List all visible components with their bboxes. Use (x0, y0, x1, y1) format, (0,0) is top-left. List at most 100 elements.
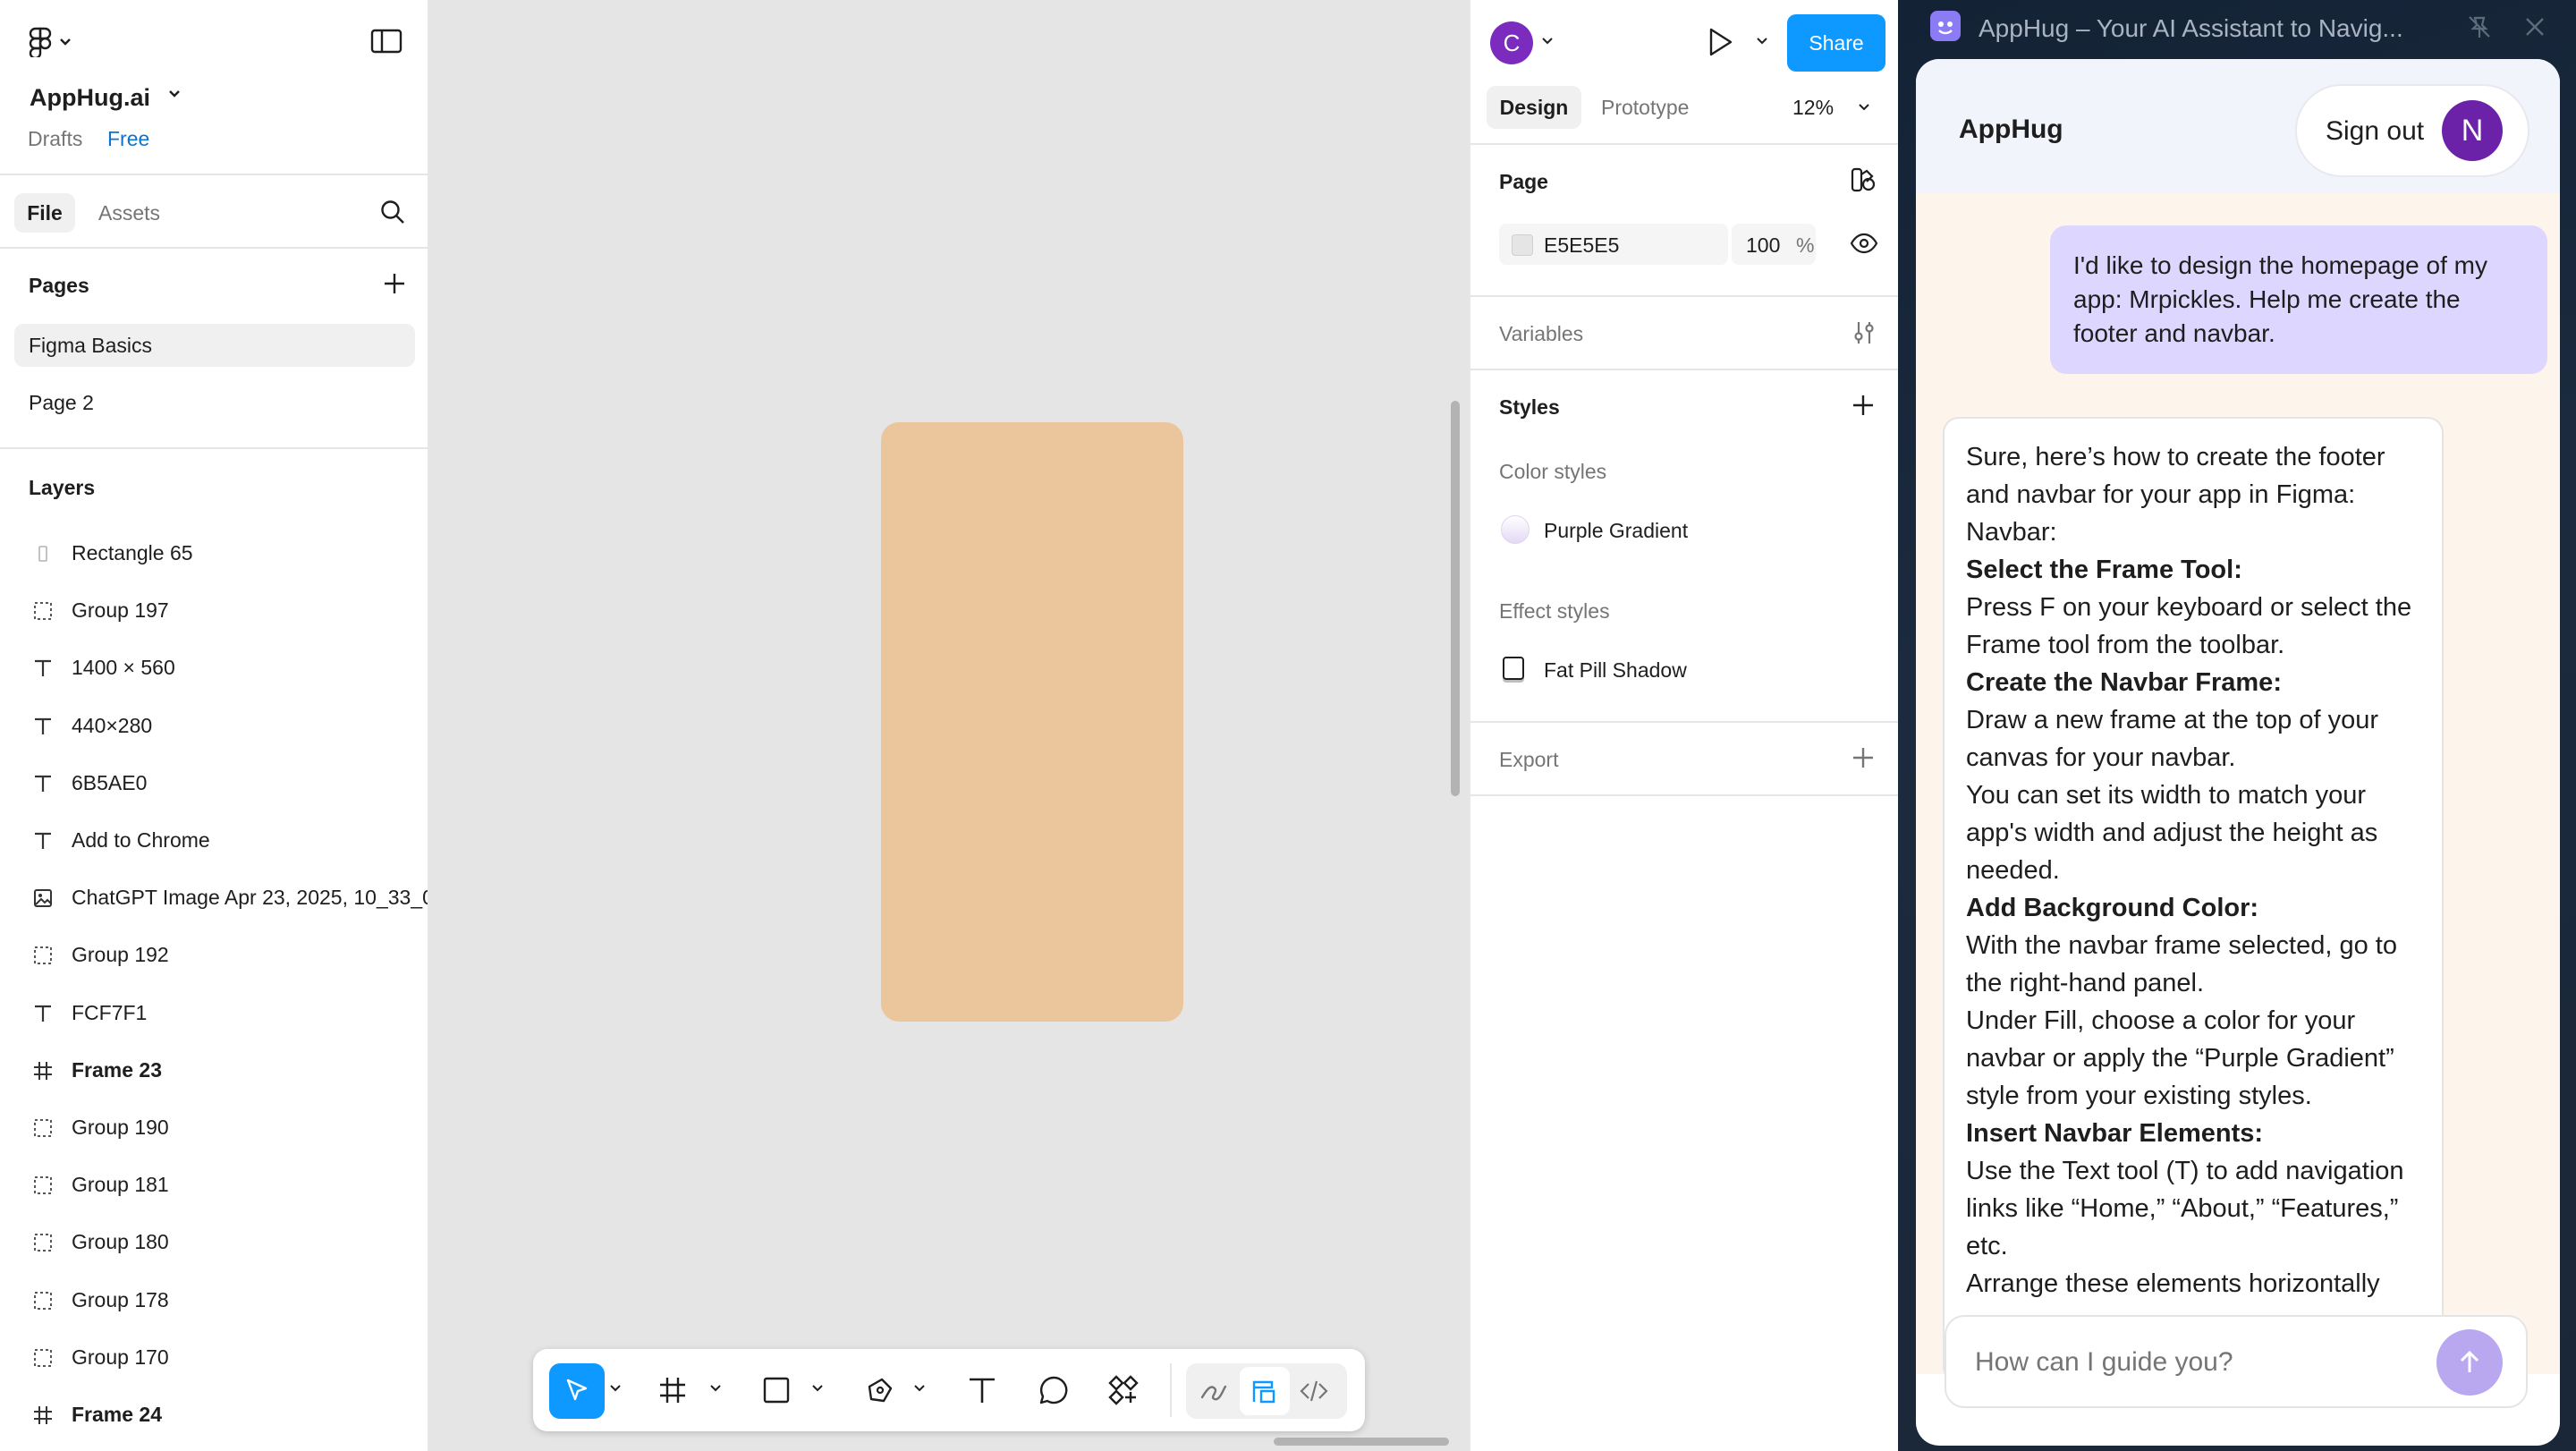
layers-title: Layers (29, 476, 96, 499)
layer-item[interactable]: 1400 × 560 (0, 642, 428, 692)
layer-label: 440×280 (72, 713, 153, 737)
chat-messages[interactable]: I'd like to design the homepage of my ap… (1916, 193, 2560, 1383)
actions-tool-icon[interactable] (1107, 1374, 1140, 1406)
layer-item[interactable]: ChatGPT Image Apr 23, 2025, 10_33_0 (0, 872, 428, 922)
layers-panel: AppHug.ai Drafts Free File Assets Pages … (0, 0, 429, 1451)
group-icon (32, 600, 54, 622)
add-style-icon[interactable] (1852, 394, 1875, 417)
export-title: Export (1499, 748, 1559, 771)
chevron-down-icon[interactable] (812, 1385, 823, 1392)
pen-tool-icon[interactable] (864, 1374, 896, 1406)
page-item-figma-basics[interactable]: Figma Basics (14, 324, 415, 367)
color-style-item[interactable]: Purple Gradient (1544, 519, 1688, 543)
drafts-link[interactable]: Drafts (28, 127, 82, 151)
chat-card: AppHug Sign out N I'd like to design the… (1916, 59, 2560, 1446)
close-icon[interactable] (2524, 16, 2546, 38)
share-button[interactable]: Share (1787, 14, 1885, 72)
layer-label: Add to Chrome (72, 828, 210, 852)
design-mode-icon[interactable] (1240, 1367, 1290, 1415)
layer-item[interactable]: 440×280 (0, 700, 428, 751)
layer-item[interactable]: Rectangle 65 (0, 528, 428, 578)
main-menu-button[interactable] (29, 27, 72, 57)
variables-title: Variables (1499, 322, 1584, 345)
add-page-icon[interactable] (383, 272, 406, 295)
layer-item[interactable]: Group 178 (0, 1275, 428, 1325)
toggle-sidebar-icon[interactable] (370, 29, 402, 54)
chevron-down-icon[interactable] (1542, 38, 1553, 45)
layer-item[interactable]: Group 190 (0, 1102, 428, 1152)
tab-assets[interactable]: Assets (98, 193, 160, 233)
layer-label: Group 190 (72, 1116, 169, 1139)
layer-label: 6B5AE0 (72, 770, 148, 794)
layer-item[interactable]: FCF7F1 (0, 988, 428, 1038)
color-swatch[interactable] (1512, 234, 1533, 256)
horizontal-scrollbar[interactable] (1274, 1438, 1449, 1446)
chevron-down-icon[interactable] (1757, 38, 1767, 45)
add-export-icon[interactable] (1852, 746, 1875, 769)
layer-label: Group 181 (72, 1173, 169, 1197)
text-icon (32, 773, 54, 794)
layer-item[interactable]: Add to Chrome (0, 815, 428, 865)
eye-icon[interactable] (1850, 233, 1878, 254)
chevron-down-icon[interactable] (1859, 104, 1869, 111)
chevron-down-icon[interactable] (914, 1385, 925, 1392)
page-color-value[interactable]: E5E5E5 (1544, 233, 1619, 258)
effect-style-item[interactable]: Fat Pill Shadow (1544, 658, 1687, 683)
frame-tool-icon[interactable] (658, 1376, 687, 1404)
text-tool-icon[interactable] (966, 1374, 998, 1406)
vertical-scrollbar[interactable] (1451, 401, 1460, 796)
tab-design[interactable]: Design (1487, 86, 1581, 129)
send-button[interactable] (2436, 1329, 2503, 1396)
page-opacity-field[interactable]: 100 % (1732, 224, 1816, 265)
canvas-frame[interactable] (881, 422, 1183, 1022)
assistant-text-line: Press F on your keyboard or select the F… (1966, 593, 2412, 659)
search-icon[interactable] (379, 199, 406, 225)
assistant-sidepanel: AppHug – Your AI Assistant to Navig... A… (1898, 0, 2576, 1451)
zoom-level[interactable]: 12% (1792, 86, 1834, 129)
assistant-step-heading: Create the Navbar Frame: (1966, 668, 2282, 697)
chat-header: AppHug Sign out N (1916, 59, 2560, 193)
variables-settings-icon[interactable] (1852, 320, 1877, 345)
assistant-text-line: You can set its width to match your app'… (1966, 781, 2378, 885)
avatar[interactable]: C (1490, 21, 1533, 64)
assistant-text-line: Draw a new frame at the top of your canv… (1966, 706, 2378, 772)
color-styles-label: Color styles (1499, 460, 1607, 483)
comment-tool-icon[interactable] (1038, 1374, 1070, 1406)
layer-item[interactable]: Group 170 (0, 1332, 428, 1382)
sign-out-button[interactable]: Sign out N (2295, 84, 2529, 177)
page-item-page-2[interactable]: Page 2 (14, 381, 415, 424)
layer-item[interactable]: Frame 23 (0, 1045, 428, 1095)
layer-item[interactable]: Group 197 (0, 585, 428, 635)
code-mode-icon[interactable] (1299, 1376, 1329, 1406)
design-panel: C Share Design Prototype 12% Page E5E5E5… (1469, 0, 1900, 1451)
text-icon (32, 658, 54, 679)
tab-prototype[interactable]: Prototype (1601, 86, 1689, 129)
layer-item[interactable]: Group 180 (0, 1217, 428, 1267)
page-settings-icon[interactable] (1850, 166, 1877, 193)
layer-item[interactable]: Group 192 (0, 929, 428, 980)
tab-file[interactable]: File (14, 193, 75, 233)
page-opacity-value[interactable]: 100 (1746, 233, 1780, 258)
chevron-down-icon[interactable] (710, 1385, 721, 1392)
text-icon (32, 1003, 54, 1024)
unpin-icon[interactable] (2467, 14, 2492, 39)
draw-mode-icon[interactable] (1199, 1376, 1229, 1406)
plan-badge[interactable]: Free (107, 127, 149, 151)
assistant-message: Sure, here’s how to create the footer an… (1943, 417, 2444, 1383)
group-icon (32, 1175, 54, 1196)
layer-item[interactable]: Group 181 (0, 1159, 428, 1209)
chat-input[interactable] (1975, 1347, 2422, 1378)
file-name[interactable]: AppHug.ai (30, 84, 150, 112)
layer-item[interactable]: 6B5AE0 (0, 758, 428, 808)
page-color-field[interactable]: E5E5E5 (1499, 224, 1728, 265)
window-title: AppHug – Your AI Assistant to Navig... (1979, 14, 2403, 42)
rectangle-tool-icon[interactable] (762, 1376, 791, 1404)
chevron-down-icon[interactable] (610, 1385, 621, 1392)
chevron-down-icon[interactable] (168, 89, 181, 98)
play-icon[interactable] (1707, 27, 1733, 57)
assistant-text-line: Sure, here’s how to create the footer an… (1966, 443, 2385, 509)
layer-label: Frame 23 (72, 1057, 163, 1082)
layer-item[interactable]: Frame 24 (0, 1389, 428, 1439)
move-tool-button[interactable] (549, 1363, 605, 1419)
effect-styles-label: Effect styles (1499, 599, 1610, 623)
